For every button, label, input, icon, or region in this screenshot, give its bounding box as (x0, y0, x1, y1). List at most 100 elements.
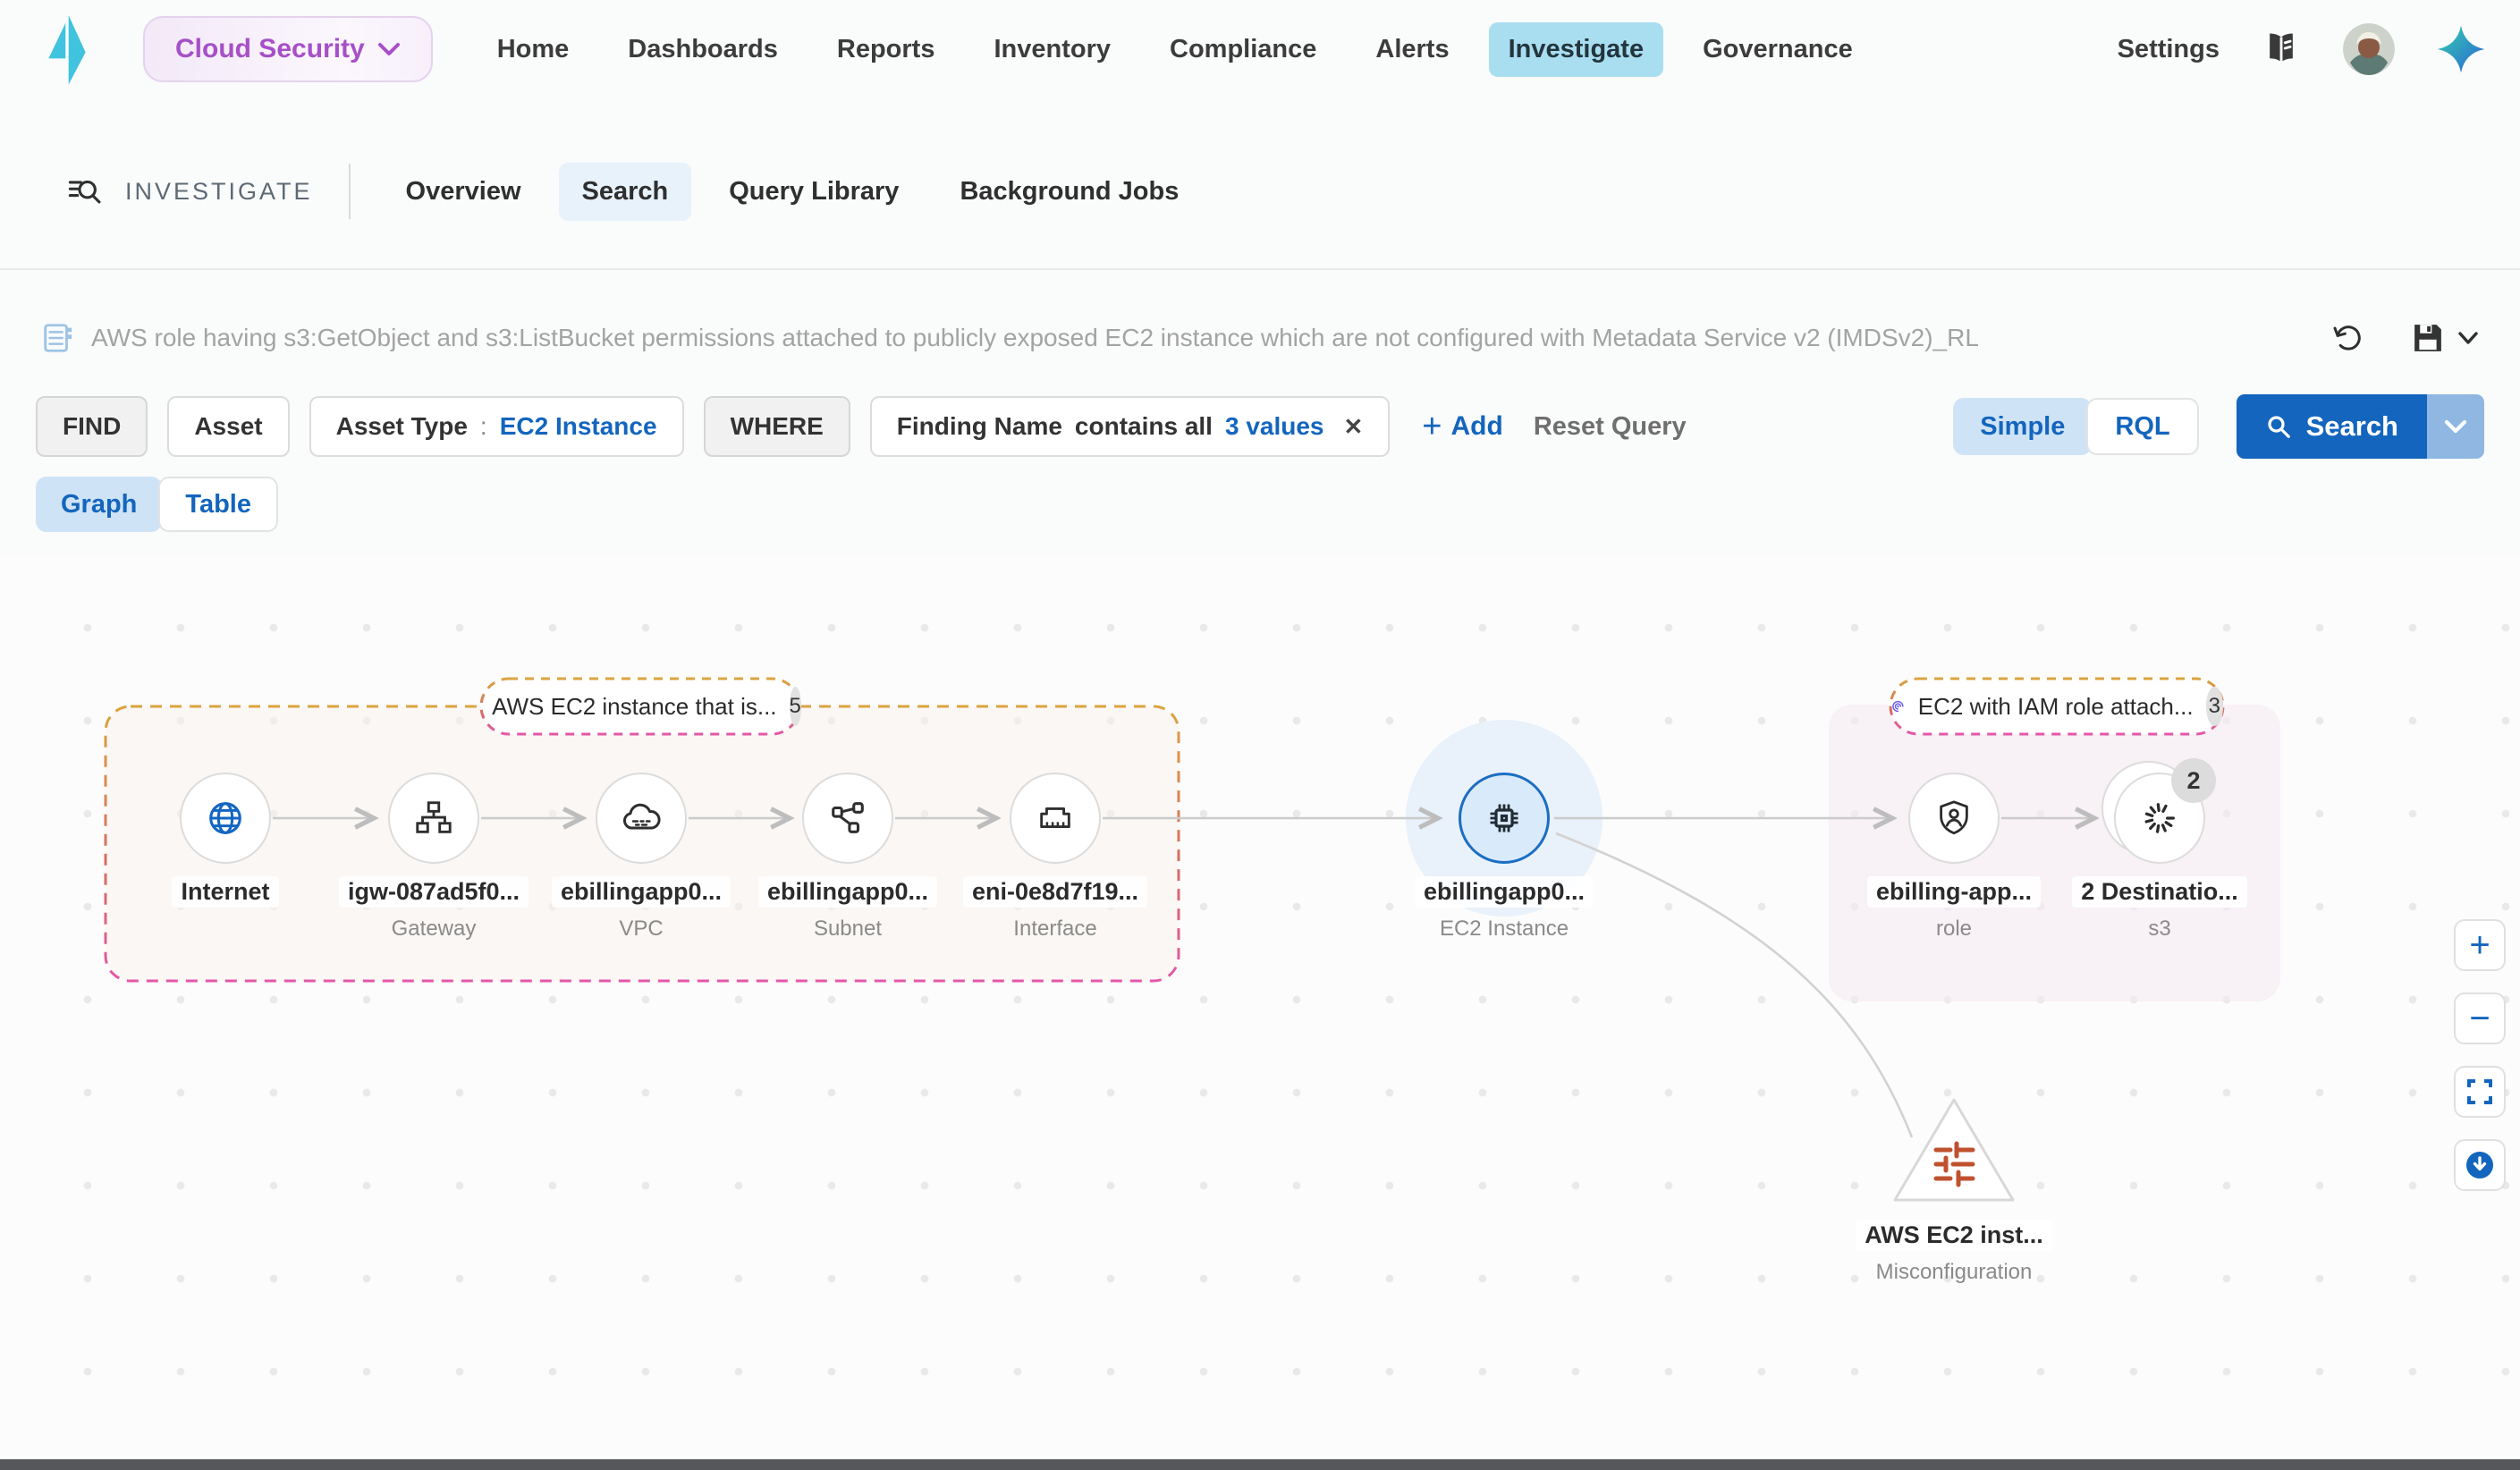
node-interface[interactable] (1010, 773, 1101, 864)
node-label-interface[interactable]: eni-0e8d7f19... Interface (921, 876, 1189, 942)
save-icon[interactable] (2409, 319, 2479, 357)
remove-filter-icon[interactable]: ✕ (1344, 413, 1364, 441)
query-builder: FIND Asset Asset Type : EC2 Instance WHE… (36, 392, 2484, 461)
values-link[interactable]: 3 values (1225, 412, 1324, 441)
mode-simple-toggle[interactable]: Simple (1953, 398, 2093, 455)
search-icon (2267, 416, 2290, 438)
node-internet[interactable] (180, 773, 271, 864)
gateway-sitemap-icon (416, 801, 452, 833)
divider (348, 164, 351, 219)
top-nav: Cloud Security Home Dashboards Reports I… (0, 0, 2520, 98)
group-label-public-exposure[interactable]: AWS EC2 instance that is... 5 (481, 679, 801, 734)
saved-query-row: AWS role having s3:GetObject and s3:List… (41, 302, 2479, 374)
group-count-badge: 5 (789, 687, 801, 726)
nav-item-investigate[interactable]: Investigate (1488, 21, 1664, 77)
prisma-cloud-logo-icon[interactable] (2436, 24, 2486, 74)
where-keyword-chip[interactable]: WHERE (703, 396, 850, 457)
node-gateway[interactable] (388, 773, 479, 864)
nav-item-alerts[interactable]: Alerts (1356, 22, 1468, 77)
node-vpc[interactable] (596, 773, 687, 864)
asset-chip[interactable]: Asset (167, 396, 290, 457)
subnav-tabs: Overview Search Query Library Background… (383, 162, 1203, 221)
undo-icon[interactable] (2329, 319, 2366, 357)
colon-separator: : (479, 412, 487, 440)
download-icon (2466, 1152, 2493, 1179)
graph-view-tab[interactable]: Graph (36, 477, 163, 532)
multi-destination-spinner-icon (2144, 803, 2175, 833)
tab-overview[interactable]: Overview (383, 163, 545, 221)
nav-item-reports[interactable]: Reports (817, 22, 955, 77)
iam-fingerprint-icon (1892, 700, 1904, 713)
group-label-text: EC2 with IAM role attach... (1917, 692, 2194, 720)
table-view-tab[interactable]: Table (158, 477, 278, 532)
nav-item-home[interactable]: Home (478, 22, 589, 77)
saved-query-icon (44, 324, 72, 352)
group-label-iam-role[interactable]: EC2 with IAM role attach... 3 (1890, 679, 2223, 734)
canvas-controls: + − (2454, 919, 2506, 1191)
search-button[interactable]: Search (2236, 394, 2484, 459)
finding-name-chip[interactable]: Finding Name contains all 3 values ✕ (869, 396, 1391, 457)
node-misconfiguration[interactable] (1887, 1091, 2021, 1215)
settings-link[interactable]: Settings (2118, 35, 2220, 64)
ethernet-port-icon (1040, 807, 1070, 829)
asset-type-value[interactable]: EC2 Instance (500, 412, 657, 441)
fullscreen-icon (2467, 1079, 2492, 1104)
node-ec2-instance[interactable] (1459, 773, 1550, 864)
field-label: Finding Name (896, 412, 1062, 440)
chevron-down-icon (2444, 419, 2467, 434)
operator-label: contains all (1074, 412, 1213, 440)
tab-search[interactable]: Search (558, 162, 692, 221)
investigate-subnav: INVESTIGATE Overview Search Query Librar… (0, 134, 2520, 249)
plus-icon: + (2469, 925, 2490, 965)
nav-item-compliance[interactable]: Compliance (1150, 22, 1336, 77)
product-switcher[interactable]: Cloud Security (143, 16, 433, 82)
section-label: INVESTIGATE (125, 177, 313, 205)
mode-rql-toggle[interactable]: RQL (2086, 398, 2199, 455)
main-nav: Home Dashboards Reports Inventory Compli… (478, 21, 1873, 77)
node-subnet[interactable] (802, 773, 893, 864)
subnet-nodes-icon (832, 802, 864, 833)
tab-background-jobs[interactable]: Background Jobs (936, 163, 1202, 221)
minus-icon: − (2469, 998, 2490, 1038)
builder-right-actions: Simple RQL Search (1953, 394, 2484, 459)
bottom-edge-bar (0, 1459, 2520, 1470)
chevron-down-icon (2458, 332, 2478, 344)
search-options-caret[interactable] (2427, 394, 2484, 459)
zoom-out-button[interactable]: − (2454, 993, 2506, 1044)
docs-book-icon[interactable] (2261, 29, 2302, 70)
nav-item-governance[interactable]: Governance (1683, 22, 1873, 77)
add-condition-button[interactable]: + Add (1422, 410, 1503, 444)
divider (0, 268, 2520, 270)
fullscreen-button[interactable] (2454, 1066, 2506, 1118)
node-label-ec2-instance[interactable]: ebillingapp0... EC2 Instance (1370, 876, 1638, 942)
cpu-chip-icon (1490, 804, 1518, 832)
node-label-s3[interactable]: 2 Destinatio... s3 (2025, 876, 2294, 942)
group-label-text: AWS EC2 instance that is... (492, 692, 777, 720)
user-avatar[interactable] (2343, 23, 2395, 75)
chevron-down-icon (377, 43, 400, 55)
group-count-badge: 3 (2205, 687, 2223, 726)
globe-icon (209, 802, 241, 834)
saved-query-name: AWS role having s3:GetObject and s3:List… (91, 324, 1979, 351)
find-keyword-chip[interactable]: FIND (36, 396, 148, 457)
nav-item-inventory[interactable]: Inventory (974, 22, 1130, 77)
s3-count-badge: 2 (2171, 758, 2216, 803)
reset-query-button[interactable]: Reset Query (1534, 412, 1687, 442)
vpc-cloud-icon (622, 803, 661, 830)
nav-item-dashboards[interactable]: Dashboards (608, 22, 798, 77)
asset-type-chip[interactable]: Asset Type : EC2 Instance (309, 396, 684, 457)
download-button[interactable] (2454, 1139, 2506, 1191)
vendor-logo-icon (48, 15, 86, 85)
top-right-actions: Settings (2118, 23, 2486, 75)
node-iam-role[interactable] (1908, 773, 2000, 864)
shield-user-icon (1940, 800, 1968, 835)
node-label-misconfiguration[interactable]: AWS EC2 inst... Misconfiguration (1820, 1220, 2088, 1285)
asset-type-label: Asset Type (335, 412, 468, 440)
investigate-search-icon (68, 180, 101, 204)
result-view-tabs: Graph Table (36, 477, 278, 532)
plus-icon: + (1422, 408, 1442, 445)
graph-canvas[interactable]: AWS EC2 instance that is... 5 EC2 with I… (0, 554, 2520, 1459)
product-switcher-label: Cloud Security (175, 34, 365, 63)
tab-query-library[interactable]: Query Library (706, 163, 922, 221)
zoom-in-button[interactable]: + (2454, 919, 2506, 971)
